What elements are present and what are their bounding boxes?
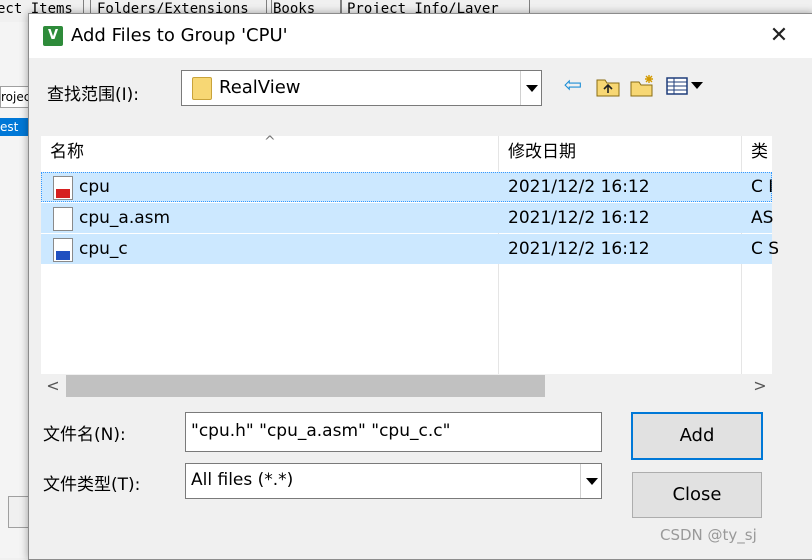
look-in-combo[interactable]: RealView — [181, 70, 542, 106]
file-type-value: All files (*.*) — [191, 470, 294, 490]
file-type-label: 文件类型(T): — [43, 475, 141, 495]
file-name: cpu_c — [79, 239, 128, 259]
file-type: C I — [751, 177, 774, 197]
file-name-input[interactable]: "cpu.h" "cpu_a.asm" "cpu_c.c" — [185, 412, 602, 452]
file-row[interactable]: cpu_c 2021/12/2 16:12 C S — [41, 234, 779, 264]
file-row[interactable]: cpu_a.asm 2021/12/2 16:12 AS — [41, 203, 774, 233]
file-name: cpu_a.asm — [79, 208, 171, 228]
view-menu-icon[interactable] — [665, 74, 707, 98]
dialog-titlebar[interactable]: V Add Files to Group 'CPU' ✕ — [29, 14, 812, 58]
c-header-file-icon — [53, 176, 73, 200]
chevron-down-icon[interactable] — [520, 71, 541, 105]
new-folder-icon[interactable] — [629, 74, 657, 98]
file-name-value: "cpu.h" "cpu_a.asm" "cpu_c.c" — [191, 421, 451, 441]
folder-icon — [192, 77, 212, 100]
dialog-title: Add Files to Group 'CPU' — [71, 25, 288, 46]
file-type: AS — [751, 208, 774, 228]
column-header-name[interactable]: 名称 — [50, 140, 84, 164]
horizontal-scrollbar[interactable]: < > — [41, 374, 772, 398]
c-source-file-icon — [53, 238, 73, 262]
keil-app-icon: V — [43, 26, 63, 46]
file-type-combo[interactable]: All files (*.*) — [185, 463, 602, 499]
column-header-type[interactable]: 类 — [751, 140, 768, 164]
column-header-modified[interactable]: 修改日期 — [508, 140, 576, 164]
scroll-left-icon[interactable]: < — [41, 374, 65, 398]
sort-ascending-icon: ^ — [264, 134, 276, 150]
file-name: cpu — [79, 177, 110, 197]
file-name-label: 文件名(N): — [43, 425, 126, 445]
asm-file-icon — [53, 207, 73, 231]
file-modified: 2021/12/2 16:12 — [508, 208, 650, 228]
look-in-label: 查找范围(I): — [47, 85, 140, 105]
file-modified: 2021/12/2 16:12 — [508, 239, 650, 259]
file-row[interactable]: cpu 2021/12/2 16:12 C I — [41, 172, 774, 202]
file-modified: 2021/12/2 16:12 — [508, 177, 650, 197]
scroll-thumb[interactable] — [66, 375, 545, 397]
back-arrow-icon[interactable]: ⇦ — [561, 74, 585, 98]
file-type: C S — [751, 239, 780, 259]
watermark: CSDN @ty_sj — [660, 526, 757, 544]
add-files-dialog: V Add Files to Group 'CPU' ✕ 查找范围(I): Re… — [28, 13, 812, 560]
add-button[interactable]: Add — [631, 412, 763, 460]
background-selected-item[interactable]: est — [0, 118, 30, 136]
look-in-value: RealView — [219, 77, 301, 98]
file-list[interactable]: 名称 ^ 修改日期 类 cpu 2021/12/2 16:12 C I cpu_… — [41, 134, 779, 374]
chevron-down-icon[interactable] — [580, 464, 601, 498]
close-button[interactable]: Close — [632, 472, 762, 518]
close-icon[interactable]: ✕ — [745, 14, 812, 58]
scroll-right-icon[interactable]: > — [748, 374, 772, 398]
up-folder-icon[interactable] — [595, 74, 621, 98]
